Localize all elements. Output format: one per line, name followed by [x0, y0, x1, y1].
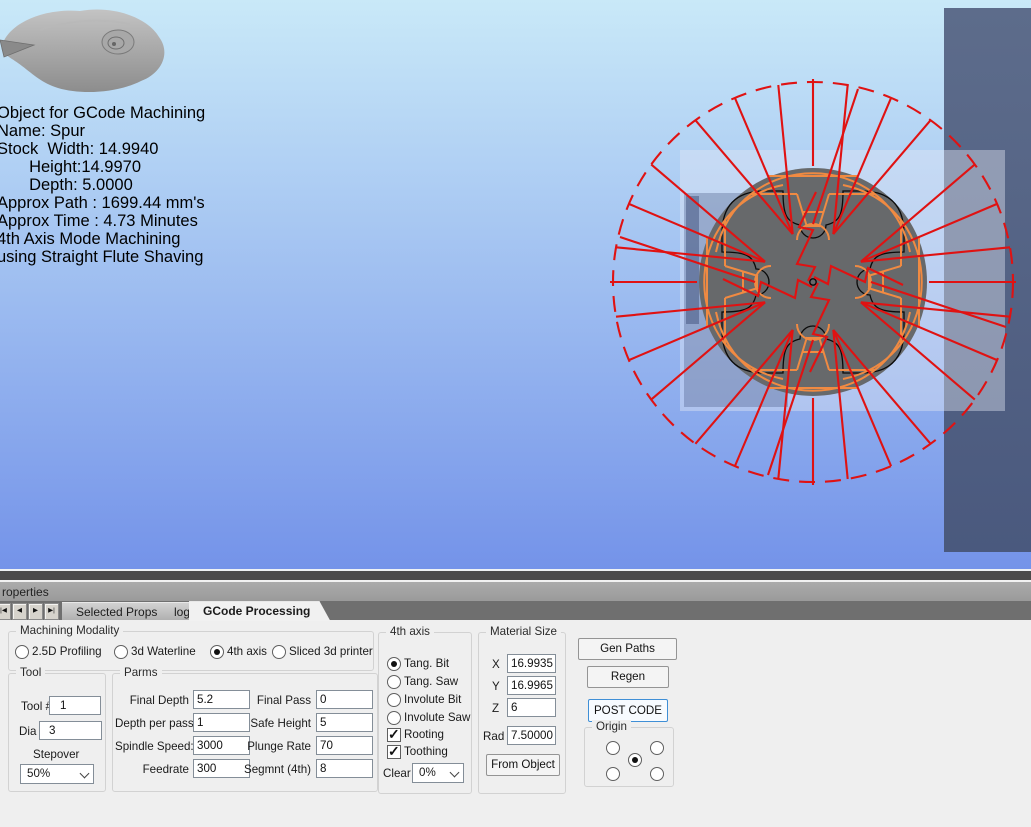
feedrate-label: Feedrate — [115, 763, 189, 776]
gen-paths-button[interactable]: Gen Paths — [578, 638, 677, 660]
plunge-rate-label: Plunge Rate — [231, 740, 311, 753]
radio-involute-bit-label: Involute Bit — [404, 693, 461, 706]
toothing-checkbox-label: Toothing — [404, 745, 448, 758]
radio-4th-axis-label: 4th axis — [227, 645, 267, 658]
stepover-value: 50% — [27, 767, 50, 780]
safe-height-label: Safe Height — [231, 717, 311, 730]
rooting-checkbox[interactable] — [387, 728, 401, 742]
origin-top-right-radio[interactable] — [650, 741, 664, 755]
tab-scroll-last-button[interactable]: ▶| — [44, 603, 59, 620]
material-y-label: Y — [492, 680, 500, 693]
properties-title: roperties — [2, 585, 49, 599]
final-pass-field[interactable]: 0 — [316, 690, 373, 709]
clear-label: Clear — [383, 767, 411, 780]
material-size-title: Material Size — [486, 625, 561, 638]
clear-select[interactable]: 0% — [412, 763, 464, 783]
rooting-checkbox-label: Rooting — [404, 728, 444, 741]
dia-label: Dia — [19, 725, 36, 738]
chevron-down-icon — [450, 768, 460, 778]
material-rad-label: Rad — [483, 730, 504, 743]
machining-modality-group: Machining Modality 2.5D Profiling 3d Wat… — [8, 631, 374, 671]
material-y-field[interactable]: 16.9965 — [507, 676, 556, 695]
stepover-label: Stepover — [33, 748, 79, 761]
radio-4th-axis[interactable] — [210, 645, 224, 659]
tool-number-label: Tool # — [21, 700, 52, 713]
gcode-processing-panel: Machining Modality 2.5D Profiling 3d Wat… — [0, 620, 1031, 827]
tab-gcode-processing[interactable]: GCode Processing — [189, 601, 330, 621]
machining-modality-title: Machining Modality — [16, 624, 123, 637]
toolpath-scene — [0, 0, 1031, 569]
origin-top-left-radio[interactable] — [606, 741, 620, 755]
material-x-label: X — [492, 658, 500, 671]
spindle-speed-label: Spindle Speed: — [115, 740, 189, 753]
origin-center-radio[interactable] — [628, 753, 642, 767]
stepover-select[interactable]: 50% — [20, 764, 94, 784]
dia-field[interactable]: 3 — [39, 721, 102, 740]
tab-strip: |◀ ◀ ▶ ▶| Selected Props log GCode Proce… — [0, 601, 1031, 620]
head-swirl-detail — [102, 30, 134, 54]
radio-tang-bit-label: Tang. Bit — [404, 657, 449, 670]
material-rad-field[interactable]: 7.50000 — [507, 726, 556, 745]
tool-group: Tool Tool # 1 Dia 3 Stepover 50% — [8, 673, 106, 792]
material-z-label: Z — [492, 702, 499, 715]
tab-scroll-next-button[interactable]: ▶ — [28, 603, 43, 620]
app-window: Object for GCode Machining Name: Spur St… — [0, 0, 1031, 827]
properties-titlebar: roperties — [0, 582, 1031, 601]
tool-number-field[interactable]: 1 — [49, 696, 101, 715]
machining-viewport[interactable]: Object for GCode Machining Name: Spur St… — [0, 0, 1031, 569]
depth-per-pass-label: Depth per pass: — [115, 717, 189, 730]
fourth-axis-title: 4th axis — [386, 625, 434, 638]
origin-bottom-left-radio[interactable] — [606, 767, 620, 781]
radio-tang-saw[interactable] — [387, 675, 401, 689]
toothing-checkbox[interactable] — [387, 745, 401, 759]
radio-involute-saw-label: Involute Saw — [404, 711, 470, 724]
tab-scroll-first-button[interactable]: |◀ — [0, 603, 11, 620]
segmnt-4th-label: Segmnt (4th) — [231, 763, 311, 776]
radio-sliced-3d-printer-label: Sliced 3d printer — [289, 645, 373, 658]
radio-sliced-3d-printer[interactable] — [272, 645, 286, 659]
final-pass-label: Final Pass — [231, 694, 311, 707]
radio-25d-profiling-label: 2.5D Profiling — [32, 645, 102, 658]
regen-button[interactable]: Regen — [587, 666, 669, 688]
safe-height-field[interactable]: 5 — [316, 713, 373, 732]
segmnt-4th-field[interactable]: 8 — [316, 759, 373, 778]
radio-25d-profiling[interactable] — [15, 645, 29, 659]
gcode-info-overlay: Object for GCode Machining Name: Spur St… — [0, 104, 205, 266]
radio-involute-saw[interactable] — [387, 711, 401, 725]
tab-scroll-prev-button[interactable]: ◀ — [12, 603, 27, 620]
from-object-button[interactable]: From Object — [486, 754, 560, 776]
chevron-down-icon — [80, 769, 90, 779]
post-code-button[interactable]: POST CODE — [588, 699, 668, 722]
material-z-field[interactable]: 6 — [507, 698, 556, 717]
material-x-field[interactable]: 16.9935 — [507, 654, 556, 673]
fourth-axis-group: 4th axis Tang. Bit Tang. Saw Involute Bi… — [378, 632, 472, 794]
radio-tang-saw-label: Tang. Saw — [404, 675, 458, 688]
plunge-rate-field[interactable]: 70 — [316, 736, 373, 755]
parms-group: Parms Final Depth 5.2 Depth per pass: 1 … — [112, 673, 378, 792]
origin-group: Origin — [584, 727, 674, 787]
tool-group-title: Tool — [16, 666, 45, 679]
radio-3d-waterline[interactable] — [114, 645, 128, 659]
material-size-group: Material Size X 16.9935 Y 16.9965 Z 6 Ra… — [478, 632, 566, 794]
splitter-bar[interactable] — [0, 571, 1031, 580]
origin-bottom-right-radio[interactable] — [650, 767, 664, 781]
clear-value: 0% — [419, 766, 436, 779]
radio-tang-bit[interactable] — [387, 657, 401, 671]
radio-involute-bit[interactable] — [387, 693, 401, 707]
parms-group-title: Parms — [120, 666, 162, 679]
origin-group-title: Origin — [592, 720, 631, 733]
final-depth-label: Final Depth — [115, 694, 189, 707]
radio-3d-waterline-label: 3d Waterline — [131, 645, 196, 658]
